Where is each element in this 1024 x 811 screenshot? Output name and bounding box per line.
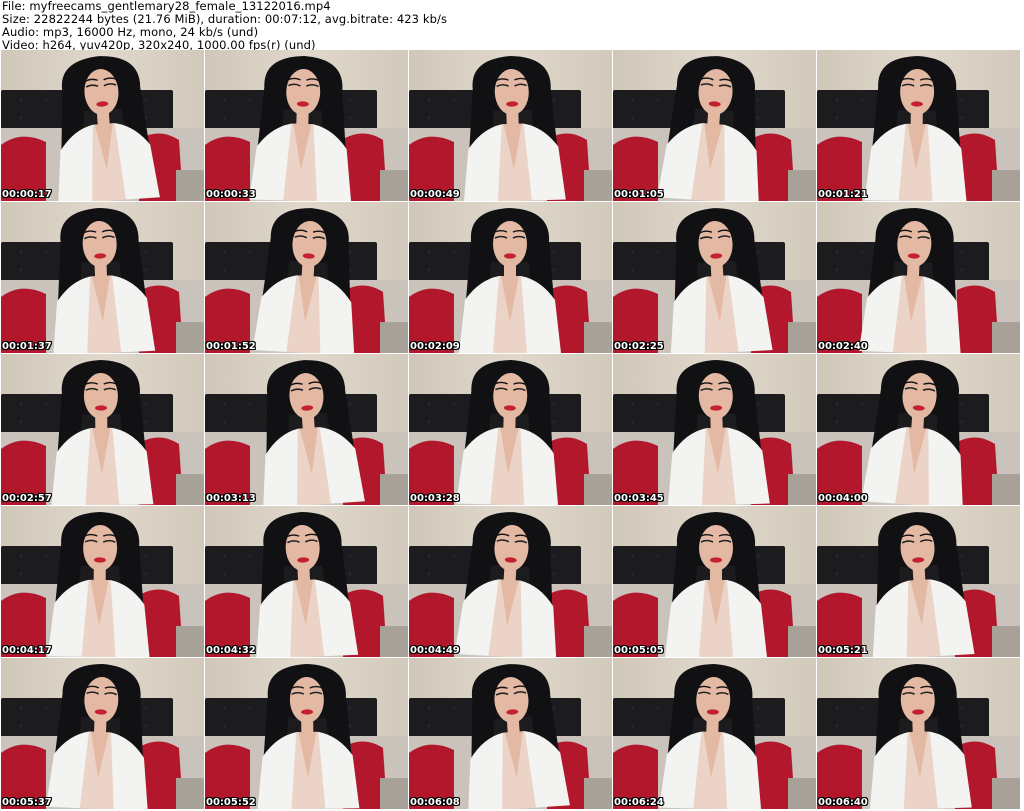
frame-illustration	[205, 202, 408, 353]
frame-timestamp: 00:05:52	[206, 797, 256, 808]
video-frame-thumbnail: 00:00:49	[409, 50, 612, 201]
frame-timestamp: 00:01:05	[614, 189, 664, 200]
frame-illustration	[1, 354, 204, 505]
video-frame-thumbnail: 00:06:24	[613, 658, 816, 809]
frame-illustration	[613, 202, 816, 353]
frame-timestamp: 00:00:33	[206, 189, 256, 200]
frame-illustration	[1, 50, 204, 201]
video-frame-thumbnail: 00:02:09	[409, 202, 612, 353]
video-frame-thumbnail: 00:04:17	[1, 506, 204, 657]
video-frame-thumbnail: 00:02:25	[613, 202, 816, 353]
video-frame-thumbnail: 00:05:21	[817, 506, 1020, 657]
frame-illustration	[817, 50, 1020, 201]
video-frame-thumbnail: 00:04:32	[205, 506, 408, 657]
video-frame-thumbnail: 00:03:28	[409, 354, 612, 505]
video-frame-thumbnail: 00:06:40	[817, 658, 1020, 809]
frame-timestamp: 00:05:37	[2, 797, 52, 808]
video-frame-thumbnail: 00:02:40	[817, 202, 1020, 353]
frame-timestamp: 00:00:49	[410, 189, 460, 200]
video-frame-thumbnail: 00:02:57	[1, 354, 204, 505]
file-info-header: File: myfreecams_gentlemary28_female_131…	[2, 0, 1022, 52]
frame-illustration	[613, 506, 816, 657]
frame-timestamp: 00:00:17	[2, 189, 52, 200]
frame-illustration	[409, 202, 612, 353]
frame-illustration	[409, 506, 612, 657]
video-frame-thumbnail: 00:00:17	[1, 50, 204, 201]
frame-timestamp: 00:03:13	[206, 493, 256, 504]
frame-timestamp: 00:03:28	[410, 493, 460, 504]
video-frame-thumbnail: 00:04:00	[817, 354, 1020, 505]
frame-timestamp: 00:05:21	[818, 645, 868, 656]
frame-timestamp: 00:04:00	[818, 493, 868, 504]
video-frame-thumbnail: 00:01:21	[817, 50, 1020, 201]
frame-timestamp: 00:02:57	[2, 493, 52, 504]
frame-illustration	[817, 354, 1020, 505]
frame-illustration	[613, 50, 816, 201]
frame-timestamp: 00:06:40	[818, 797, 868, 808]
video-frame-thumbnail: 00:06:08	[409, 658, 612, 809]
frame-timestamp: 00:06:08	[410, 797, 460, 808]
frame-timestamp: 00:01:21	[818, 189, 868, 200]
frame-timestamp: 00:04:49	[410, 645, 460, 656]
video-frame-thumbnail: 00:04:49	[409, 506, 612, 657]
frame-timestamp: 00:04:17	[2, 645, 52, 656]
frame-illustration	[409, 658, 612, 809]
video-frame-thumbnail: 00:01:05	[613, 50, 816, 201]
video-frame-thumbnail: 00:05:05	[613, 506, 816, 657]
frame-illustration	[409, 50, 612, 201]
frame-illustration	[817, 658, 1020, 809]
frame-timestamp: 00:03:45	[614, 493, 664, 504]
frame-timestamp: 00:06:24	[614, 797, 664, 808]
frame-illustration	[1, 658, 204, 809]
frame-timestamp: 00:04:32	[206, 645, 256, 656]
video-frame-thumbnail: 00:01:37	[1, 202, 204, 353]
frame-illustration	[817, 506, 1020, 657]
frame-illustration	[205, 506, 408, 657]
frame-illustration	[1, 202, 204, 353]
frame-illustration	[613, 658, 816, 809]
frame-timestamp: 00:02:09	[410, 341, 460, 352]
video-frame-thumbnail: 00:05:37	[1, 658, 204, 809]
thumbnail-grid: 00:00:17 00:00:33 00:00:49 00:01:05 00:0…	[1, 50, 1023, 811]
video-frame-thumbnail: 00:03:13	[205, 354, 408, 505]
frame-illustration	[817, 202, 1020, 353]
video-frame-thumbnail: 00:03:45	[613, 354, 816, 505]
frame-illustration	[205, 50, 408, 201]
video-frame-thumbnail: 00:00:33	[205, 50, 408, 201]
frame-timestamp: 00:05:05	[614, 645, 664, 656]
frame-timestamp: 00:02:25	[614, 341, 664, 352]
frame-illustration	[205, 658, 408, 809]
video-frame-thumbnail: 00:01:52	[205, 202, 408, 353]
frame-timestamp: 00:02:40	[818, 341, 868, 352]
frame-illustration	[1, 506, 204, 657]
frame-timestamp: 00:01:37	[2, 341, 52, 352]
frame-timestamp: 00:01:52	[206, 341, 256, 352]
frame-illustration	[205, 354, 408, 505]
frame-illustration	[613, 354, 816, 505]
frame-illustration	[409, 354, 612, 505]
video-frame-thumbnail: 00:05:52	[205, 658, 408, 809]
